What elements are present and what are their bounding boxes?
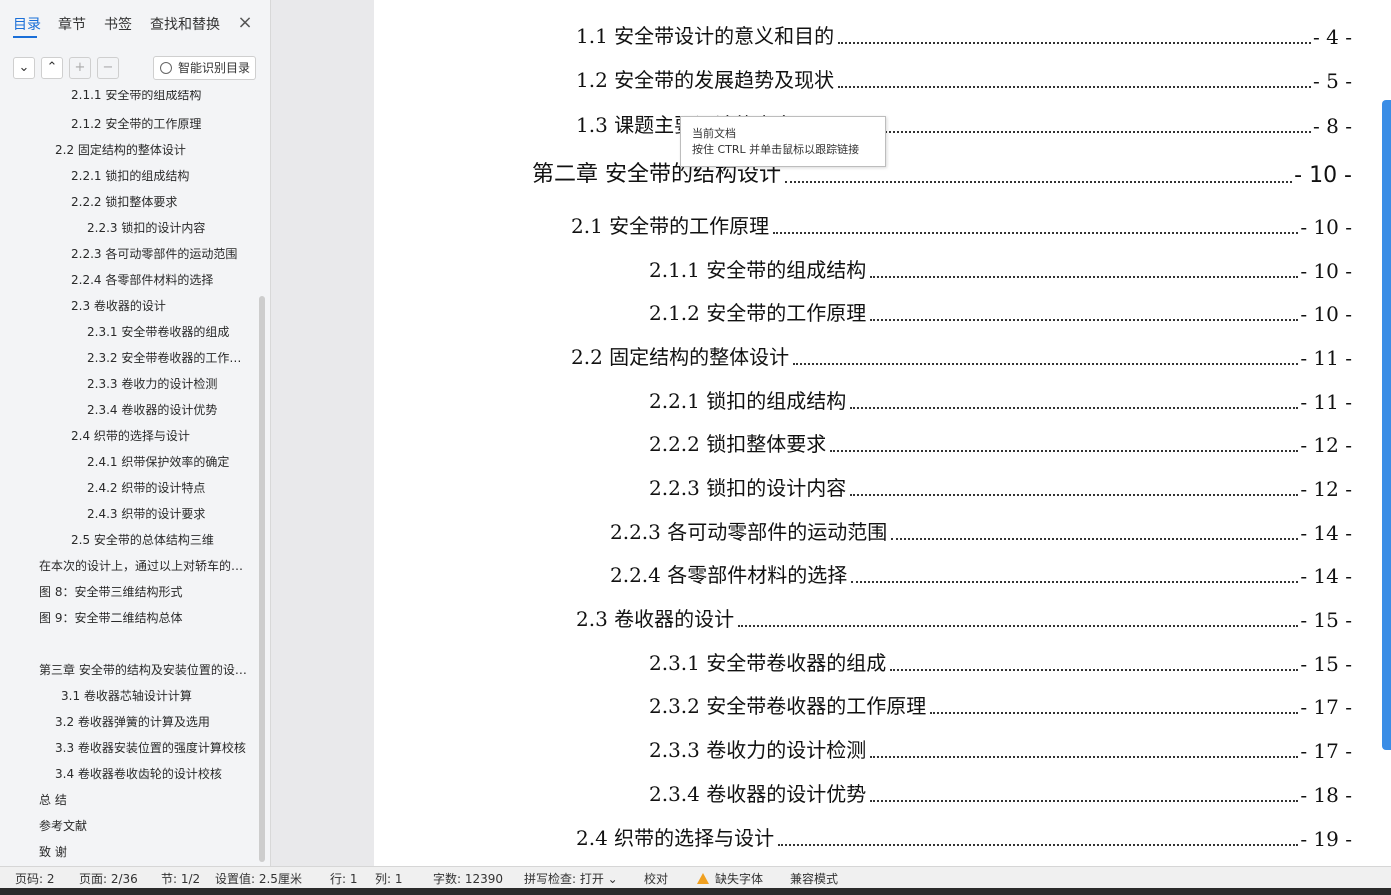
toc-item[interactable]: 3.1 卷收器芯轴设计计算 [61, 686, 255, 706]
toc-item[interactable]: 2.5 安全带的总体结构三维 [71, 530, 256, 550]
toc-item[interactable]: 参考文献 [39, 816, 253, 836]
toc-item[interactable]: ▼2.3 卷收器的设计 [71, 296, 256, 316]
toc-item[interactable]: 2.3.1 安全带卷收器的组成 [87, 322, 255, 342]
toc-entry[interactable]: 2.4 织带的选择与设计 - 19 - [576, 821, 1352, 851]
toc-entry[interactable]: 2.3 卷收器的设计 - 15 - [576, 602, 1352, 632]
toc-item[interactable]: 3.2 卷收器弹簧的计算及选用 [55, 712, 255, 732]
remove-heading-button[interactable]: − [97, 57, 119, 79]
warning-icon [697, 873, 709, 884]
toc-item[interactable]: 2.2.3 锁扣的设计内容 [87, 218, 257, 238]
expand-all-button[interactable]: ⌃ [41, 57, 63, 79]
toc-item[interactable]: 在本次的设计上，通过以上对轿车的安全带的结构研究 [39, 556, 253, 576]
navigation-pane: 目录 章节 书签 查找和替换 × ⌄ ⌃ + − 智能识别目录 2.1.1 安全… [0, 0, 271, 866]
toc-entry[interactable]: 2.1 安全带的工作原理 - 10 - [571, 209, 1352, 239]
toc-item[interactable]: 图 8：安全带三维结构形式 [39, 582, 253, 602]
toc-tree: 2.1.1 安全带的组成结构 2.1.2 安全带的工作原理 ▼2.2 固定结构的… [0, 90, 262, 866]
status-bar: 页码: 2 页面: 2/36 节: 1/2 设置值: 2.5厘米 行: 1 列:… [0, 866, 1391, 888]
toc-item[interactable]: ▼2.2.2 锁扣整体要求 [71, 192, 256, 212]
toc-entry[interactable]: 2.3.1 安全带卷收器的组成 - 15 - [649, 646, 1352, 676]
tab-bookmarks[interactable]: 书签 [104, 14, 132, 34]
toc-entry[interactable]: 2.2.1 锁扣的组成结构 - 11 - [649, 384, 1352, 414]
toc-entry[interactable]: 2.3.3 卷收力的设计检测 - 17 - [649, 733, 1352, 763]
word-processor-window: 目录 章节 书签 查找和替换 × ⌄ ⌃ + − 智能识别目录 2.1.1 安全… [0, 0, 1391, 895]
toc-item[interactable]: 2.2.1 锁扣的组成结构 [71, 166, 256, 186]
toc-entry[interactable]: 2.1.1 安全带的组成结构 - 10 - [649, 253, 1352, 283]
missing-font-button[interactable]: 缺失字体 [697, 870, 763, 887]
proofread-button[interactable]: 校对 [644, 870, 668, 887]
nav-scrollbar[interactable] [259, 296, 265, 862]
toc-entry[interactable]: 2.2.3 各可动零部件的运动范围 - 14 - [610, 515, 1352, 545]
smart-toc-label: 智能识别目录 [178, 61, 251, 75]
toc-item[interactable]: 2.4.3 织带的设计要求 [87, 504, 255, 524]
toc-item[interactable]: 2.1.2 安全带的工作原理 [71, 114, 256, 134]
toc-entry[interactable]: 2.3.2 安全带卷收器的工作原理 - 17 - [649, 689, 1352, 719]
toc-item[interactable]: 2.3.2 安全带卷收器的工作原理 [87, 348, 253, 368]
status-page-code[interactable]: 页码: 2 [15, 870, 55, 887]
toc-entry[interactable]: 2.2 固定结构的整体设计 - 11 - [571, 340, 1352, 370]
toc-item[interactable]: 2.4.1 织带保护效率的确定 [87, 452, 255, 472]
compat-mode-label: 兼容模式 [790, 872, 839, 886]
toc-item[interactable]: 2.2.4 各零部件材料的选择 [71, 270, 256, 290]
toc-item[interactable]: ▼第三章 安全带的结构及安装位置的设计计算 [39, 660, 253, 680]
active-tab-indicator [13, 36, 37, 38]
toc-item[interactable]: 3.3 卷收器安装位置的强度计算校核 [55, 738, 254, 758]
add-heading-button[interactable]: + [69, 57, 91, 79]
toc-item[interactable]: ▼2.2 固定结构的整体设计 [55, 140, 255, 160]
tab-toc[interactable]: 目录 [13, 14, 41, 34]
toc-item[interactable]: 2.3.3 卷收力的设计检测 [87, 374, 255, 394]
toc-item[interactable]: 2.2.3 各可动零部件的运动范围 [71, 244, 256, 264]
smart-toc-button[interactable]: 智能识别目录 [153, 56, 256, 80]
collapse-all-button[interactable]: ⌄ [13, 57, 35, 79]
taskbar-strip [0, 888, 1391, 895]
status-row[interactable]: 行: 1 [330, 870, 358, 887]
document-scrollbar[interactable] [1382, 100, 1391, 750]
tooltip-hint: 按住 CTRL 并单击鼠标以跟踪链接 [692, 143, 860, 156]
toc-entry[interactable]: 1.2 安全带的发展趋势及现状 - 5 - [576, 63, 1352, 93]
status-word-count[interactable]: 字数: 12390 [433, 870, 503, 887]
hyperlink-tooltip: 当前文档 按住 CTRL 并单击鼠标以跟踪链接 [680, 116, 886, 167]
tab-chapters[interactable]: 章节 [58, 14, 86, 34]
status-col[interactable]: 列: 1 [375, 870, 403, 887]
status-page[interactable]: 页面: 2/36 [79, 870, 138, 887]
status-section[interactable]: 节: 1/2 [161, 870, 200, 887]
toc-item[interactable]: ▼2.4 织带的选择与设计 [71, 426, 256, 446]
toc-entry-chapter[interactable]: 第二章 安全带的结构设计 - 10 - [532, 158, 1352, 188]
toc-entry[interactable]: 2.2.4 各零部件材料的选择 - 14 - [610, 558, 1352, 588]
toc-item[interactable]: 致 谢 [39, 842, 253, 862]
toc-entry[interactable]: 1.1 安全带设计的意义和目的 - 4 - [576, 19, 1352, 49]
nav-tabs: 目录 章节 书签 查找和替换 × [0, 0, 270, 48]
toc-item[interactable]: 2.4.2 织带的设计特点 [87, 478, 255, 498]
smart-toc-icon [160, 62, 172, 74]
close-icon[interactable]: × [236, 14, 254, 32]
tooltip-title: 当前文档 [692, 127, 736, 140]
toc-entry[interactable]: 2.2.3 锁扣的设计内容 - 12 - [649, 471, 1352, 501]
status-setting[interactable]: 设置值: 2.5厘米 [215, 870, 302, 887]
toc-entry[interactable]: 2.2.2 锁扣整体要求 - 12 - [649, 427, 1352, 457]
spell-check-dropdown[interactable]: 拼写检查: 打开 ⌄ [524, 870, 618, 887]
toc-item[interactable]: 图 9：安全带二维结构总体 [39, 608, 253, 628]
toc-entry[interactable]: 2.1.2 安全带的工作原理 - 10 - [649, 296, 1352, 326]
toc-item[interactable]: 总 结 [39, 790, 253, 810]
toc-entry[interactable]: 2.3.4 卷收器的设计优势 - 18 - [649, 777, 1352, 807]
toc-item[interactable]: 3.4 卷收器卷收齿轮的设计校核 [55, 764, 255, 784]
toc-toolbar: ⌄ ⌃ + − 智能识别目录 [0, 54, 270, 82]
toc-item[interactable]: 2.3.4 卷收器的设计优势 [87, 400, 255, 420]
tab-find-replace[interactable]: 查找和替换 [150, 14, 220, 34]
toc-item[interactable]: 2.1.1 安全带的组成结构 [71, 90, 256, 104]
